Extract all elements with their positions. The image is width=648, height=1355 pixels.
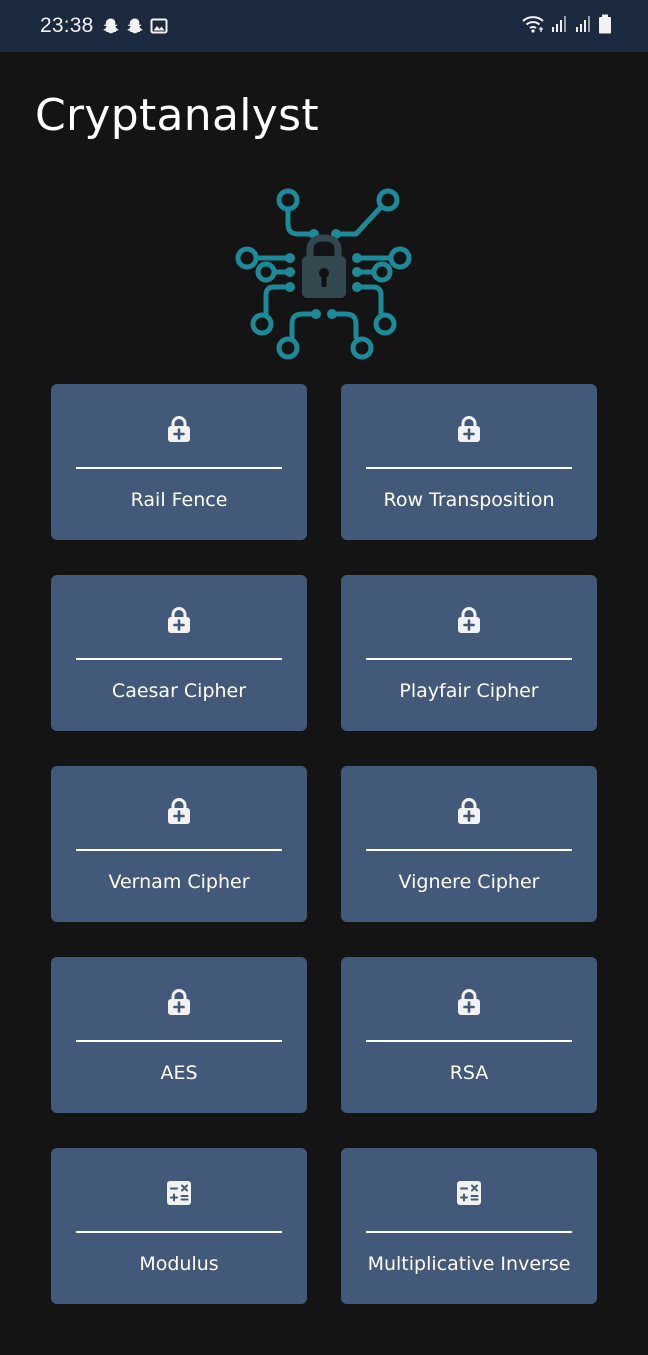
status-time: 23:38 [40,14,94,37]
card-label: Rail Fence [130,489,228,511]
lock-plus-icon [455,797,483,825]
lock-plus-icon [165,606,193,634]
lock-plus-icon [455,415,483,443]
card-label: Vignere Cipher [398,871,540,893]
cipher-menu-grid: Rail Fence Row Transposition Caesar Cipher… [51,384,597,1304]
calculator-icon [455,1179,483,1207]
rsa-card[interactable]: RSA [341,957,597,1113]
lock-plus-icon [455,988,483,1016]
row-transposition-card[interactable]: Row Transposition [341,384,597,540]
card-label: Row Transposition [383,489,555,511]
playfair-cipher-card[interactable]: Playfair Cipher [341,575,597,731]
card-divider [366,849,572,851]
card-divider [76,1231,282,1233]
lock-plus-icon [165,415,193,443]
circuit-lock-icon [235,188,412,360]
card-divider [366,1231,572,1233]
vernam-cipher-card[interactable]: Vernam Cipher [51,766,307,922]
card-divider [76,1040,282,1042]
notification-icons [102,17,168,35]
card-label: Modulus [139,1253,219,1275]
multiplicative-inverse-card[interactable]: Multiplicative Inverse [341,1148,597,1304]
lock-plus-icon [165,988,193,1016]
lock-plus-icon [455,606,483,634]
snapchat-icon [126,17,144,35]
signal-icon [550,15,570,37]
card-label: Vernam Cipher [108,871,250,893]
card-label: Playfair Cipher [399,680,539,702]
calculator-icon [165,1179,193,1207]
card-divider [76,658,282,660]
card-divider [366,467,572,469]
snapchat-icon [102,17,120,35]
aes-card[interactable]: AES [51,957,307,1113]
modulus-card[interactable]: Modulus [51,1148,307,1304]
page-title: Cryptanalyst [35,90,319,141]
signal-icon [574,15,594,37]
card-divider [76,849,282,851]
system-icons [522,14,612,38]
wifi-icon [522,15,546,37]
gallery-icon [150,17,168,35]
card-divider [76,467,282,469]
caesar-cipher-card[interactable]: Caesar Cipher [51,575,307,731]
rail-fence-card[interactable]: Rail Fence [51,384,307,540]
card-divider [366,658,572,660]
card-label: AES [160,1062,198,1084]
card-label: RSA [449,1062,489,1084]
vignere-cipher-card[interactable]: Vignere Cipher [341,766,597,922]
status-bar: 23:38 [0,0,648,52]
lock-plus-icon [165,797,193,825]
card-label: Caesar Cipher [111,680,247,702]
card-divider [366,1040,572,1042]
battery-icon [598,14,612,38]
card-label: Multiplicative Inverse [367,1253,571,1275]
